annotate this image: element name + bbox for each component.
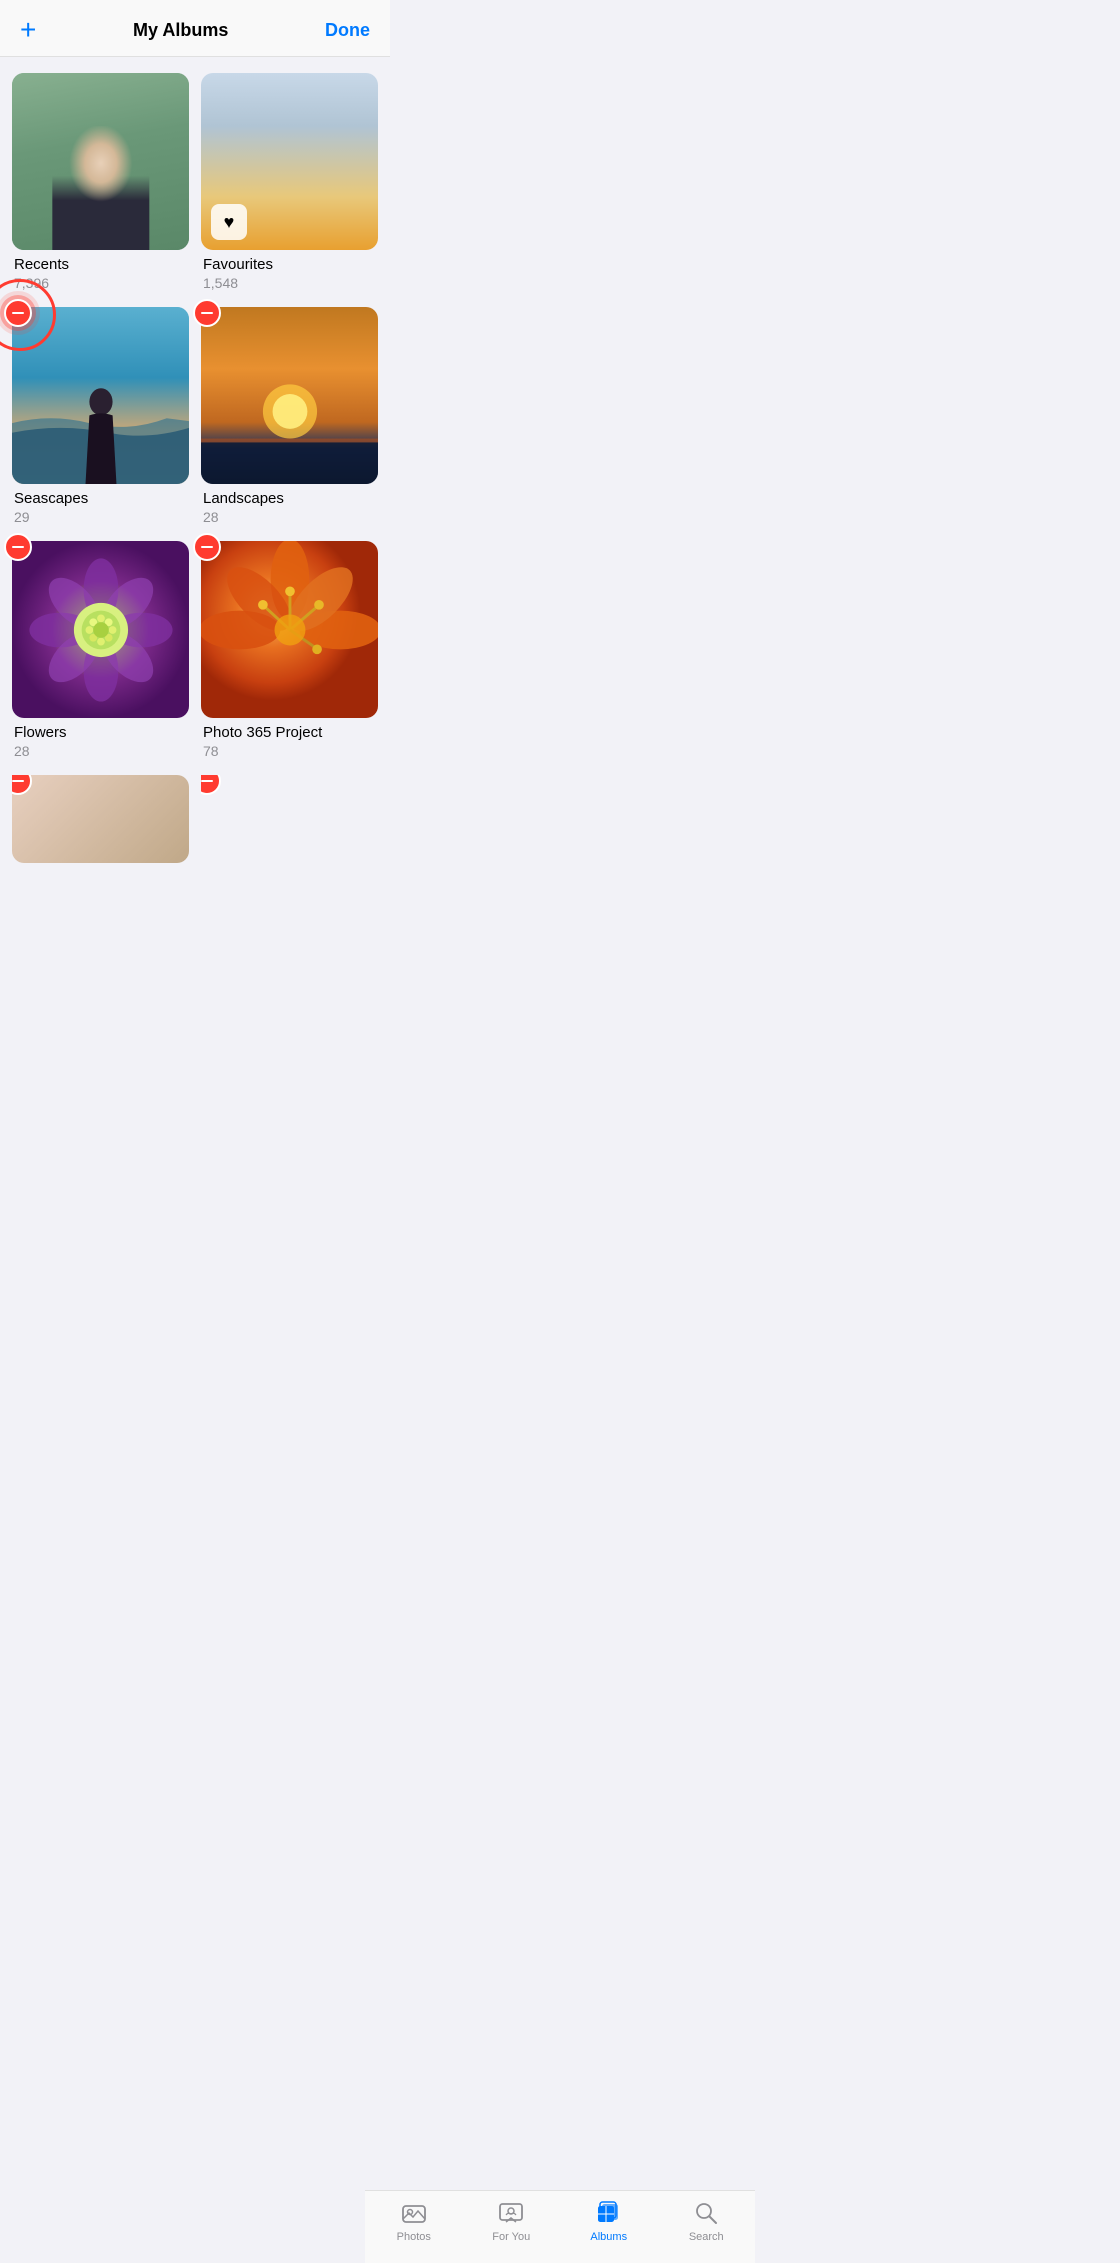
album-name: Seascapes	[14, 490, 189, 507]
search-icon	[692, 2199, 720, 2227]
tab-albums[interactable]: Albums	[574, 2199, 644, 2243]
album-count: 28	[203, 509, 378, 525]
album-count: 78	[203, 743, 378, 759]
album-label: Favourites 1,548	[201, 256, 378, 291]
album-favourites[interactable]: ♥ Favourites 1,548	[201, 73, 378, 291]
page-title: My Albums	[133, 20, 228, 41]
album-thumbnail	[12, 775, 189, 863]
navigation-header: + My Albums Done	[0, 0, 390, 57]
album-name: Flowers	[14, 724, 189, 741]
album-thumbnail	[12, 541, 189, 718]
album-partial-right[interactable]	[201, 775, 378, 875]
albums-icon	[595, 2199, 623, 2227]
tab-for-you[interactable]: For You	[476, 2199, 546, 2243]
album-thumbnail	[12, 307, 189, 484]
album-thumbnail: ♥	[201, 73, 378, 250]
delete-button[interactable]	[193, 533, 221, 561]
album-thumbnail	[201, 307, 378, 484]
tab-search-label: Search	[689, 2231, 724, 2243]
tab-bar: Photos For You Albums	[365, 2190, 755, 2263]
album-label: Landscapes 28	[201, 490, 378, 525]
delete-button[interactable]	[4, 299, 32, 327]
photos-icon	[400, 2199, 428, 2227]
album-label: Photo 365 Project 78	[201, 724, 378, 759]
album-label: Recents 7,396	[12, 256, 189, 291]
album-label: Seascapes 29	[12, 490, 189, 525]
album-count: 1,548	[203, 275, 378, 291]
heart-badge: ♥	[211, 204, 247, 240]
album-name: Recents	[14, 256, 189, 273]
album-name: Favourites	[203, 256, 378, 273]
album-partial-left[interactable]	[12, 775, 189, 875]
album-count: 29	[14, 509, 189, 525]
flowers-artwork	[12, 541, 189, 718]
tab-photos[interactable]: Photos	[379, 2199, 449, 2243]
tab-photos-label: Photos	[397, 2231, 431, 2243]
photo365-artwork	[201, 541, 378, 718]
seascapes-artwork	[12, 307, 189, 484]
album-photo365[interactable]: Photo 365 Project 78	[201, 541, 378, 759]
album-flowers[interactable]: Flowers 28	[12, 541, 189, 759]
album-count: 28	[14, 743, 189, 759]
delete-button[interactable]	[4, 533, 32, 561]
tab-albums-label: Albums	[590, 2231, 627, 2243]
album-name: Photo 365 Project	[203, 724, 378, 741]
album-thumbnail	[201, 775, 378, 863]
album-seascapes[interactable]: Seascapes 29	[12, 307, 189, 525]
album-thumbnail	[12, 73, 189, 250]
landscapes-artwork	[201, 307, 378, 484]
album-landscapes[interactable]: Landscapes 28	[201, 307, 378, 525]
album-label: Flowers 28	[12, 724, 189, 759]
album-count: 7,396	[14, 275, 189, 291]
album-name: Landscapes	[203, 490, 378, 507]
tab-search[interactable]: Search	[671, 2199, 741, 2243]
add-button[interactable]: +	[20, 16, 36, 44]
album-thumbnail	[201, 541, 378, 718]
for-you-icon	[497, 2199, 525, 2227]
album-recents[interactable]: Recents 7,396	[12, 73, 189, 291]
done-button[interactable]: Done	[325, 20, 370, 41]
albums-grid: Recents 7,396 ♥ Favourites 1,548	[0, 57, 390, 891]
delete-button[interactable]	[193, 299, 221, 327]
tab-for-you-label: For You	[492, 2231, 530, 2243]
